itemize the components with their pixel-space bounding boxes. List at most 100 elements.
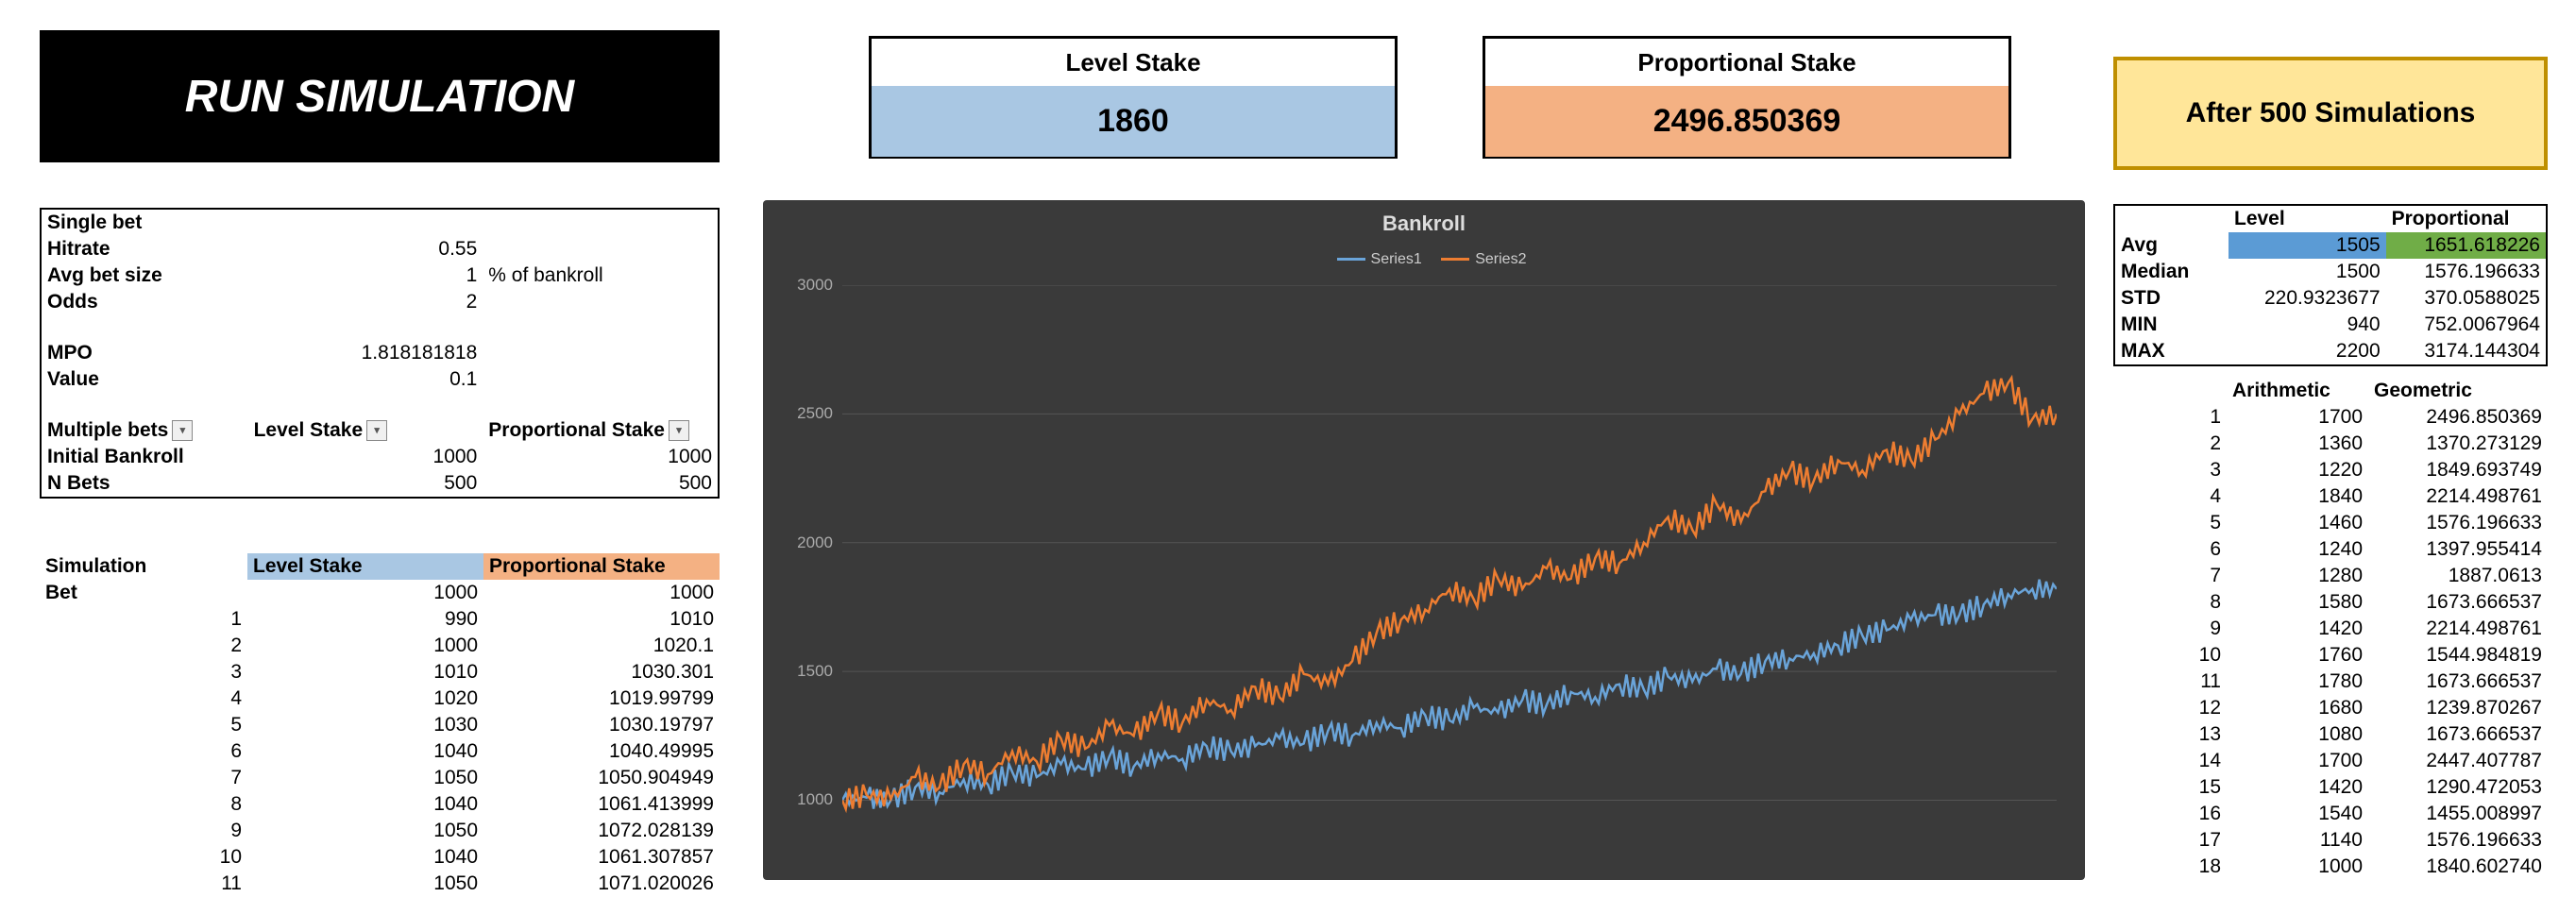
table-row[interactable]: 7 — [40, 765, 247, 791]
table-cell[interactable]: 1020.1 — [483, 633, 720, 659]
run-geom[interactable]: 1840.602740 — [2368, 854, 2548, 880]
run-arith[interactable]: 1140 — [2227, 827, 2368, 854]
run-n[interactable]: 18 — [2113, 854, 2227, 880]
run-arith[interactable]: 1220 — [2227, 457, 2368, 483]
run-arith[interactable]: 1360 — [2227, 431, 2368, 457]
table-cell[interactable]: 1050 — [247, 765, 483, 791]
run-arith[interactable]: 1420 — [2227, 616, 2368, 642]
run-n[interactable]: 3 — [2113, 457, 2227, 483]
table-cell[interactable]: 1040 — [247, 791, 483, 818]
bankroll-chart[interactable]: Bankroll Series1 Series2 100015002000250… — [763, 200, 2085, 880]
run-geom[interactable]: 1455.008997 — [2368, 801, 2548, 827]
run-arith[interactable]: 1760 — [2227, 642, 2368, 669]
run-geom[interactable]: 1370.273129 — [2368, 431, 2548, 457]
stat-level[interactable]: 1500 — [2229, 259, 2386, 285]
table-cell[interactable]: 1030.19797 — [483, 712, 720, 738]
table-cell[interactable]: 1050.904949 — [483, 765, 720, 791]
run-arith[interactable]: 1000 — [2227, 854, 2368, 880]
table-row[interactable]: 11 — [40, 871, 247, 897]
table-cell[interactable]: 1072.028139 — [483, 818, 720, 844]
table-cell[interactable]: 1019.99799 — [483, 685, 720, 712]
table-row[interactable]: 9 — [40, 818, 247, 844]
run-geom[interactable]: 1887.0613 — [2368, 563, 2548, 589]
table-cell[interactable]: 1010 — [247, 659, 483, 685]
table-cell[interactable]: 990 — [247, 606, 483, 633]
table-cell[interactable]: 1050 — [247, 871, 483, 897]
table-cell[interactable]: 1020 — [247, 685, 483, 712]
run-n[interactable]: 8 — [2113, 589, 2227, 616]
run-n[interactable]: 11 — [2113, 669, 2227, 695]
run-n[interactable]: 1 — [2113, 404, 2227, 431]
odds-cell[interactable]: 2 — [248, 289, 483, 315]
table-cell[interactable]: 1050 — [247, 818, 483, 844]
table-cell[interactable]: 1000 — [247, 633, 483, 659]
run-n[interactable]: 13 — [2113, 721, 2227, 748]
bet-prop[interactable]: 1000 — [483, 580, 720, 606]
run-n[interactable]: 5 — [2113, 510, 2227, 536]
table-cell[interactable]: 1061.307857 — [483, 844, 720, 871]
run-arith[interactable]: 1240 — [2227, 536, 2368, 563]
stat-prop[interactable]: 3174.144304 — [2386, 338, 2546, 364]
avgbet-cell[interactable]: 1 — [248, 262, 483, 289]
hitrate-cell[interactable]: 0.55 — [248, 236, 483, 262]
run-geom[interactable]: 1397.955414 — [2368, 536, 2548, 563]
run-arith[interactable]: 1840 — [2227, 483, 2368, 510]
run-n[interactable]: 2 — [2113, 431, 2227, 457]
run-geom[interactable]: 2214.498761 — [2368, 616, 2548, 642]
run-geom[interactable]: 1239.870267 — [2368, 695, 2548, 721]
mpo-cell[interactable]: 1.818181818 — [248, 340, 483, 366]
run-geom[interactable]: 1849.693749 — [2368, 457, 2548, 483]
run-arith[interactable]: 1780 — [2227, 669, 2368, 695]
stat-level[interactable]: 1505 — [2229, 232, 2386, 259]
table-cell[interactable]: 1040 — [247, 738, 483, 765]
run-n[interactable]: 16 — [2113, 801, 2227, 827]
table-cell[interactable]: 1040 — [247, 844, 483, 871]
run-arith[interactable]: 1700 — [2227, 404, 2368, 431]
run-n[interactable]: 14 — [2113, 748, 2227, 774]
run-n[interactable]: 17 — [2113, 827, 2227, 854]
initial-level-cell[interactable]: 1000 — [248, 444, 483, 470]
bet-level[interactable]: 1000 — [247, 580, 483, 606]
table-row[interactable]: 10 — [40, 844, 247, 871]
run-geom[interactable]: 1290.472053 — [2368, 774, 2548, 801]
run-arith[interactable]: 1420 — [2227, 774, 2368, 801]
stat-level[interactable]: 940 — [2229, 312, 2386, 338]
run-arith[interactable]: 1700 — [2227, 748, 2368, 774]
run-arith[interactable]: 1580 — [2227, 589, 2368, 616]
run-geom[interactable]: 1576.196633 — [2368, 510, 2548, 536]
filter-dropdown-icon[interactable]: ▾ — [366, 420, 387, 441]
stat-prop[interactable]: 1651.618226 — [2386, 232, 2546, 259]
table-cell[interactable]: 1030.301 — [483, 659, 720, 685]
stat-level[interactable]: 220.9323677 — [2229, 285, 2386, 312]
run-geom[interactable]: 2214.498761 — [2368, 483, 2548, 510]
run-geom[interactable]: 1673.666537 — [2368, 589, 2548, 616]
initial-prop-cell[interactable]: 1000 — [483, 444, 718, 470]
table-cell[interactable]: 1040.49995 — [483, 738, 720, 765]
table-cell[interactable]: 1030 — [247, 712, 483, 738]
table-row[interactable]: 4 — [40, 685, 247, 712]
value-cell[interactable]: 0.1 — [248, 366, 483, 393]
table-row[interactable]: 3 — [40, 659, 247, 685]
run-geom[interactable]: 1576.196633 — [2368, 827, 2548, 854]
table-row[interactable]: 6 — [40, 738, 247, 765]
run-n[interactable]: 15 — [2113, 774, 2227, 801]
filter-dropdown-icon[interactable]: ▾ — [172, 420, 193, 441]
stat-prop[interactable]: 1576.196633 — [2386, 259, 2546, 285]
stat-prop[interactable]: 752.0067964 — [2386, 312, 2546, 338]
run-geom[interactable]: 1673.666537 — [2368, 669, 2548, 695]
run-geom[interactable]: 2496.850369 — [2368, 404, 2548, 431]
run-arith[interactable]: 1280 — [2227, 563, 2368, 589]
table-row[interactable]: 2 — [40, 633, 247, 659]
run-n[interactable]: 4 — [2113, 483, 2227, 510]
table-cell[interactable]: 1010 — [483, 606, 720, 633]
table-row[interactable]: 1 — [40, 606, 247, 633]
run-arith[interactable]: 1680 — [2227, 695, 2368, 721]
run-geom[interactable]: 1544.984819 — [2368, 642, 2548, 669]
run-n[interactable]: 10 — [2113, 642, 2227, 669]
run-simulation-button[interactable]: RUN SIMULATION — [40, 30, 720, 162]
run-n[interactable]: 9 — [2113, 616, 2227, 642]
stat-level[interactable]: 2200 — [2229, 338, 2386, 364]
run-arith[interactable]: 1540 — [2227, 801, 2368, 827]
run-arith[interactable]: 1460 — [2227, 510, 2368, 536]
nbets-level-cell[interactable]: 500 — [248, 470, 483, 497]
